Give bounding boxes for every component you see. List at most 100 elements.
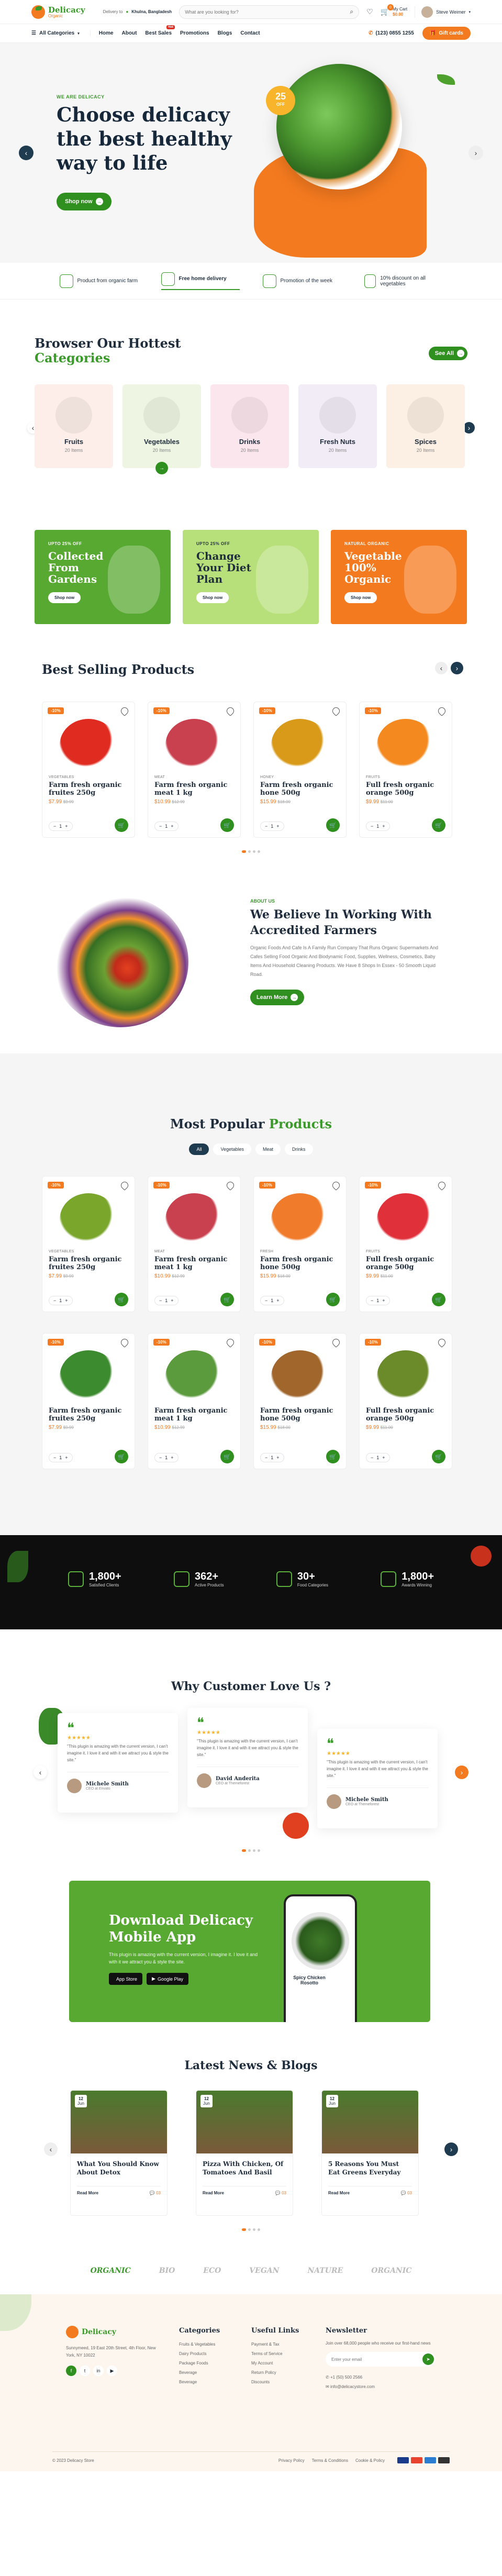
see-all-button[interactable]: See All → xyxy=(428,347,467,360)
minus-icon[interactable]: − xyxy=(53,1298,56,1303)
heart-icon[interactable] xyxy=(225,1337,236,1348)
plus-icon[interactable]: + xyxy=(382,1455,385,1460)
hero-prev-arrow[interactable]: ‹ xyxy=(19,146,34,160)
nav-contact[interactable]: Contact xyxy=(240,30,260,36)
promo-shop-button[interactable]: Shop now xyxy=(48,592,81,603)
heart-icon[interactable] xyxy=(331,706,341,716)
product-card[interactable]: -10% Full fresh organic orange 500g $9.9… xyxy=(359,1333,452,1469)
twitter-icon[interactable]: t xyxy=(80,2366,90,2376)
cookie-link[interactable]: Cookie & Policy xyxy=(355,2458,385,2463)
gift-cards-button[interactable]: 🎁 Gift cards xyxy=(422,27,471,40)
heart-icon[interactable] xyxy=(437,1180,447,1191)
minus-icon[interactable]: − xyxy=(159,1298,162,1303)
quantity-stepper[interactable]: −1 + xyxy=(260,821,284,831)
heart-icon[interactable] xyxy=(119,706,130,716)
nav-about[interactable]: About xyxy=(122,30,137,36)
product-card[interactable]: -10% MEAT Farm fresh organic meat 1 kg $… xyxy=(148,702,241,838)
category-next-arrow[interactable]: › xyxy=(463,422,475,434)
news-next-arrow[interactable]: › xyxy=(444,2142,458,2156)
news-card[interactable]: 12 Jun 5 Reasons You Must Eat Greens Ever… xyxy=(321,2090,419,2216)
add-to-cart-button[interactable]: 🛒 xyxy=(432,818,445,832)
minus-icon[interactable]: − xyxy=(371,824,373,829)
quantity-stepper[interactable]: −1 + xyxy=(366,821,390,831)
nav-home[interactable]: Home xyxy=(99,30,114,36)
footer-category-link[interactable]: Fruits & Vegetables xyxy=(179,2340,220,2349)
delivery-location[interactable]: Delivery to ● Khulna, Bangladesh xyxy=(103,9,172,14)
category-card[interactable]: Drinks 20 Items xyxy=(210,384,289,468)
quantity-stepper[interactable]: −1 + xyxy=(154,1453,179,1462)
news-card[interactable]: 12 Jun What You Should Know About Detox R… xyxy=(70,2090,168,2216)
tab-meat[interactable]: Meat xyxy=(255,1143,281,1155)
quantity-stepper[interactable]: −1 + xyxy=(154,1296,179,1305)
product-card[interactable]: -10% MEAT Farm fresh organic meat 1 kg $… xyxy=(148,1176,241,1312)
quantity-stepper[interactable]: −1 + xyxy=(260,1453,284,1462)
footer-category-link[interactable]: Beverage xyxy=(179,2378,220,2387)
promo-shop-button[interactable]: Shop now xyxy=(196,592,229,603)
promo-banner[interactable]: NATURAL ORGANIC Vegetable 100% Organic S… xyxy=(331,530,467,624)
promo-banner[interactable]: UPTO 25% OFF Collected From Gardens Shop… xyxy=(35,530,171,624)
heart-icon[interactable] xyxy=(331,1180,341,1191)
terms-link[interactable]: Terms & Conditions xyxy=(312,2458,348,2463)
all-categories-button[interactable]: ☰ All Categories ▾ xyxy=(31,30,91,36)
plus-icon[interactable]: + xyxy=(65,824,68,829)
quantity-stepper[interactable]: −1 + xyxy=(49,1453,73,1462)
heart-icon[interactable] xyxy=(437,1337,447,1348)
footer-useful-link[interactable]: Payment & Tax xyxy=(251,2340,299,2349)
plus-icon[interactable]: + xyxy=(276,1455,279,1460)
quantity-stepper[interactable]: −1 + xyxy=(49,1296,73,1305)
read-more-link[interactable]: Read More xyxy=(203,2191,224,2195)
best-pagination[interactable] xyxy=(0,850,502,853)
add-to-cart-button[interactable]: 🛒 xyxy=(220,1293,234,1306)
add-to-cart-button[interactable]: 🛒 xyxy=(326,1450,340,1463)
testimonial-pagination[interactable] xyxy=(0,1849,502,1852)
category-card[interactable]: Vegetables 20 Items → xyxy=(122,384,201,474)
news-card[interactable]: 12 Jun Pizza With Chicken, Of Tomatoes An… xyxy=(196,2090,293,2216)
quantity-stepper[interactable]: −1 + xyxy=(154,821,179,831)
add-to-cart-button[interactable]: 🛒 xyxy=(326,818,340,832)
footer-useful-link[interactable]: Terms of Service xyxy=(251,2349,299,2359)
nav-best-sales[interactable]: Best Sales Hot xyxy=(145,25,175,36)
read-more-link[interactable]: Read More xyxy=(328,2191,350,2195)
nav-promotions[interactable]: Promotions xyxy=(180,30,209,36)
product-card[interactable]: -10% FRUITS Full fresh organic orange 50… xyxy=(359,1176,452,1312)
testimonial-next-arrow[interactable]: › xyxy=(455,1766,468,1779)
footer-useful-link[interactable]: Return Policy xyxy=(251,2368,299,2378)
minus-icon[interactable]: − xyxy=(53,824,56,829)
heart-icon[interactable] xyxy=(119,1337,130,1348)
quantity-stepper[interactable]: −1 + xyxy=(260,1296,284,1305)
plus-icon[interactable]: + xyxy=(65,1455,68,1460)
minus-icon[interactable]: − xyxy=(53,1455,56,1460)
search-icon[interactable]: ⌕ xyxy=(350,8,353,16)
arrow-right-icon[interactable]: → xyxy=(155,462,168,474)
add-to-cart-button[interactable]: 🛒 xyxy=(115,818,128,832)
playstore-button[interactable]: ▶ Google Play xyxy=(147,1973,188,1985)
plus-icon[interactable]: + xyxy=(171,824,173,829)
youtube-icon[interactable]: ▶ xyxy=(107,2366,117,2376)
add-to-cart-button[interactable]: 🛒 xyxy=(115,1450,128,1463)
quantity-stepper[interactable]: −1 + xyxy=(49,821,73,831)
logo[interactable]: Delicacy Organic xyxy=(31,5,85,19)
add-to-cart-button[interactable]: 🛒 xyxy=(432,1293,445,1306)
footer-useful-link[interactable]: Discounts xyxy=(251,2378,299,2387)
footer-category-link[interactable]: Beverage xyxy=(179,2368,220,2378)
send-icon[interactable]: ➤ xyxy=(422,2353,434,2365)
add-to-cart-button[interactable]: 🛒 xyxy=(220,818,234,832)
product-card[interactable]: -10% FRESH Farm fresh organic hone 500g … xyxy=(253,1176,347,1312)
heart-icon[interactable] xyxy=(331,1337,341,1348)
add-to-cart-button[interactable]: 🛒 xyxy=(220,1450,234,1463)
appstore-button[interactable]: App Store xyxy=(109,1973,143,1985)
footer-category-link[interactable]: Dairy Products xyxy=(179,2349,220,2359)
minus-icon[interactable]: − xyxy=(371,1455,373,1460)
learn-more-button[interactable]: Learn More → xyxy=(250,990,305,1005)
heart-icon[interactable] xyxy=(225,706,236,716)
search-box[interactable]: ⌕ xyxy=(179,5,360,19)
promo-shop-button[interactable]: Shop now xyxy=(344,592,377,603)
cart[interactable]: 🛒 0 My Cart $0.00 xyxy=(381,4,407,17)
product-card[interactable]: -10% VEGETABLES Farm fresh organic fruit… xyxy=(42,702,135,838)
heart-icon[interactable] xyxy=(119,1180,130,1191)
minus-icon[interactable]: − xyxy=(265,824,267,829)
nav-blogs[interactable]: Blogs xyxy=(218,30,232,36)
minus-icon[interactable]: − xyxy=(265,1455,267,1460)
minus-icon[interactable]: − xyxy=(159,1455,162,1460)
plus-icon[interactable]: + xyxy=(276,1298,279,1303)
